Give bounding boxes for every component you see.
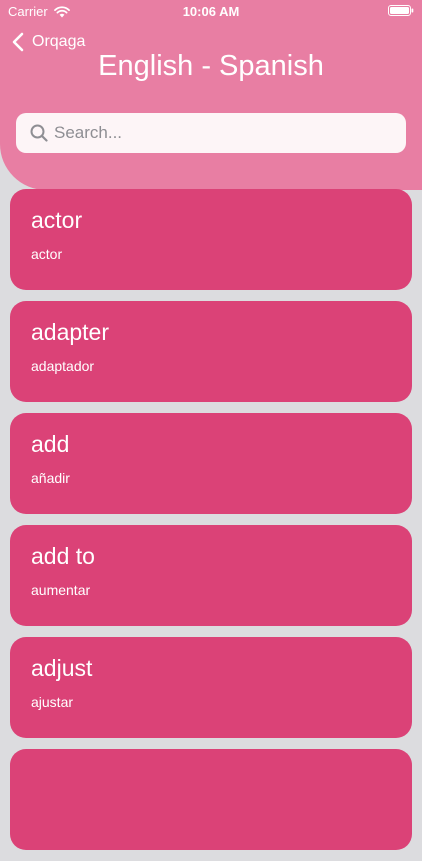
word-card[interactable]: actor actor (10, 189, 412, 290)
word-card[interactable] (10, 749, 412, 850)
word-list: actor actor adapter adaptador add añadir… (10, 189, 412, 861)
word-card[interactable]: add añadir (10, 413, 412, 514)
word-translation: aumentar (31, 582, 91, 598)
word-term: add (31, 431, 70, 457)
page-title: English - Spanish (98, 50, 324, 82)
chevron-left-icon (12, 32, 24, 52)
word-card[interactable]: adapter adaptador (10, 301, 412, 402)
search-bar[interactable] (16, 113, 406, 153)
search-icon (30, 124, 48, 142)
word-card[interactable]: add to aumentar (10, 525, 412, 626)
word-term: add to (31, 543, 95, 569)
word-term: actor (31, 207, 83, 233)
word-term: adapter (31, 319, 110, 345)
word-translation: añadir (31, 470, 70, 486)
header-background (0, 0, 422, 190)
word-translation: ajustar (31, 694, 74, 710)
back-button-label: Orqaga (32, 33, 86, 50)
word-translation: actor (31, 246, 63, 262)
status-bar: Carrier 10:06 AM (0, 0, 422, 22)
battery-icon (388, 5, 414, 16)
back-button[interactable]: Orqaga (12, 32, 85, 52)
word-translation: adaptador (31, 358, 95, 374)
word-card[interactable]: adjust ajustar (10, 637, 412, 738)
status-time: 10:06 AM (182, 4, 240, 19)
word-term: adjust (31, 655, 93, 681)
search-input[interactable] (54, 118, 374, 148)
